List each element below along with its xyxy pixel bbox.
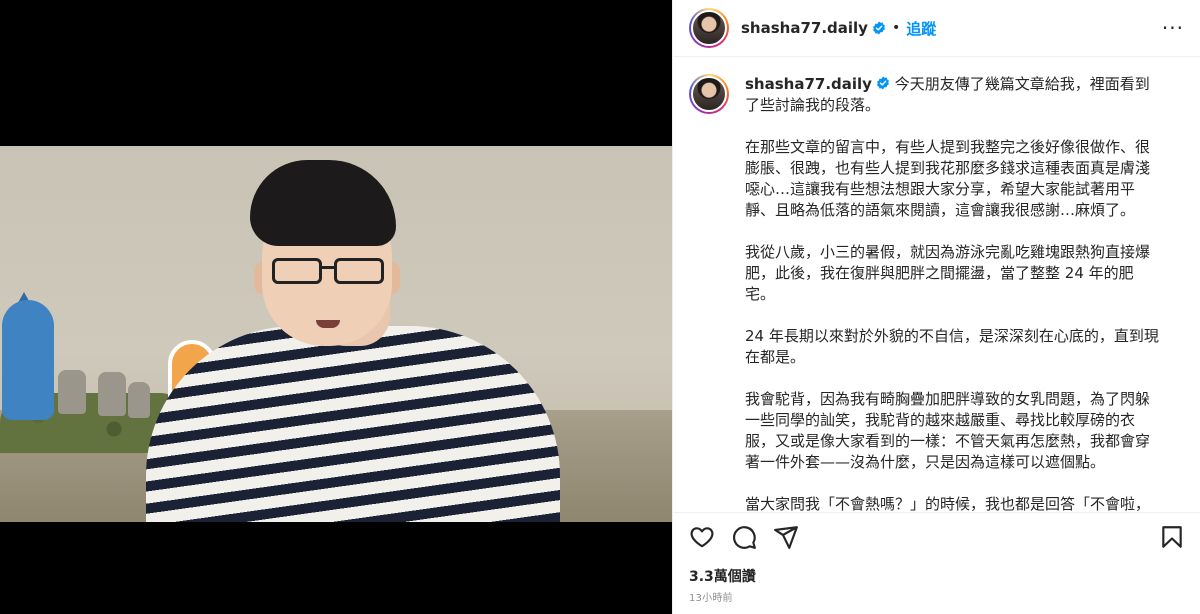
caption-paragraph: 我會駝背，因為我有畸胸疊加肥胖導致的女乳問題，為了閃躲一些同學的訕笑，我駝背的越… (745, 390, 1151, 471)
post-side-panel: shasha77.daily • 追蹤 ··· shasha77.daily 今… (672, 0, 1200, 614)
video-moai-figure (98, 372, 126, 416)
bookmark-icon[interactable] (1159, 524, 1185, 550)
video-person-glasses (272, 258, 322, 284)
follow-button[interactable]: 追蹤 (906, 18, 936, 39)
caption-username[interactable]: shasha77.daily (745, 75, 872, 93)
avatar-image (691, 76, 727, 112)
post-video[interactable] (0, 0, 672, 614)
author-username[interactable]: shasha77.daily (741, 19, 868, 37)
caption-paragraph: 24 年長期以來對於外貌的不自信，是深深刻在心底的，直到現在都是。 (745, 327, 1159, 366)
caption-avatar[interactable] (689, 74, 729, 114)
action-bar (673, 512, 1200, 560)
caption-row: shasha77.daily 今天朋友傳了幾篇文章給我，裡面看到了些討論我的段落… (689, 74, 1161, 512)
video-moai-figure (128, 382, 150, 418)
verified-badge-icon (873, 21, 885, 35)
caption-paragraph: 當大家問我「不會熱嗎？」的時候，我也都是回答「不會啦，習慣了～」畢竟只是留個汗，… (745, 495, 1151, 512)
header-separator: • (891, 20, 901, 36)
caption-body: shasha77.daily 今天朋友傳了幾篇文章給我，裡面看到了些討論我的段落… (745, 74, 1161, 512)
likes-count[interactable]: 3.3萬個讚 (689, 566, 756, 586)
post-header: shasha77.daily • 追蹤 ··· (673, 0, 1200, 57)
video-person-shirt (146, 326, 560, 522)
verified-badge-icon (877, 76, 889, 90)
video-dino-toy (2, 300, 54, 420)
video-moai-figure (58, 370, 86, 414)
comment-icon[interactable] (731, 524, 757, 550)
share-icon[interactable] (773, 524, 799, 550)
author-avatar[interactable] (689, 8, 729, 48)
caption-paragraph: 在那些文章的留言中，有些人提到我整完之後好像很做作、很膨脹、很跩，也有些人提到我… (745, 138, 1151, 219)
caption-paragraph: 我從八歲，小三的暑假，就因為游泳完亂吃雞塊跟熱狗直接爆肥，此後，我在復胖與肥胖之… (745, 243, 1151, 303)
video-person-glasses (334, 258, 384, 284)
instagram-post: shasha77.daily • 追蹤 ··· shasha77.daily 今… (0, 0, 1200, 614)
post-timestamp[interactable]: 13小時前 (689, 589, 733, 604)
avatar-image (691, 10, 727, 46)
more-options-icon[interactable]: ··· (1162, 16, 1184, 40)
video-person-glasses-bridge (321, 266, 335, 269)
caption-scroll-area[interactable]: shasha77.daily 今天朋友傳了幾篇文章給我，裡面看到了些討論我的段落… (673, 58, 1200, 512)
heart-icon[interactable] (689, 524, 715, 550)
caption-paragraph: shasha77.daily 今天朋友傳了幾篇文章給我，裡面看到了些討論我的段落… (745, 74, 1161, 116)
